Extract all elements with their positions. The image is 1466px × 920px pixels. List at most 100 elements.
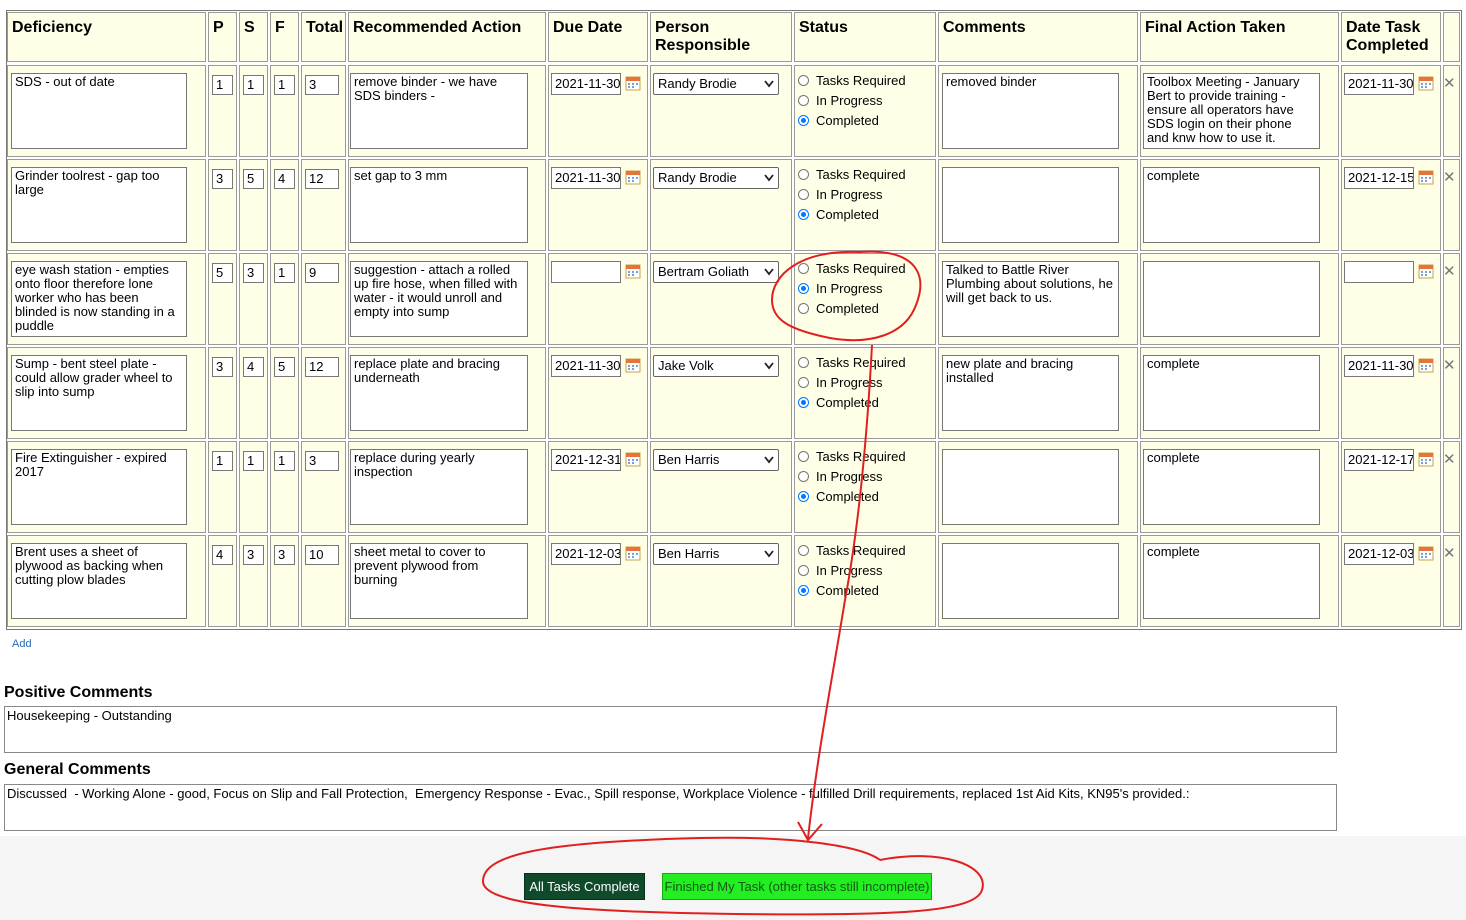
due-date-input[interactable]: 2021-11-30 (551, 167, 621, 189)
date-completed-input[interactable]: 2021-12-03 (1344, 543, 1414, 565)
comments-field[interactable]: removed binder (942, 73, 1119, 149)
radio-button[interactable] (798, 209, 809, 220)
total-input[interactable]: 9 (305, 263, 339, 283)
recommended-action-field[interactable]: suggestion - attach a rolled up fire hos… (350, 261, 528, 337)
status-radio-in-progress[interactable]: In Progress (798, 92, 882, 110)
status-radio-tasks-required[interactable]: Tasks Required (798, 260, 906, 278)
calendar-icon[interactable] (625, 169, 641, 185)
radio-button[interactable] (798, 303, 809, 314)
radio-button[interactable] (798, 565, 809, 576)
recommended-action-field[interactable]: remove binder - we have SDS binders - (350, 73, 528, 149)
s-rating-input[interactable]: 3 (243, 545, 264, 565)
f-rating-input[interactable]: 1 (274, 451, 295, 471)
radio-button[interactable] (798, 491, 809, 502)
date-completed-input[interactable] (1344, 261, 1414, 283)
close-icon[interactable]: ✕ (1443, 76, 1456, 91)
radio-button[interactable] (798, 545, 809, 556)
status-radio-tasks-required[interactable]: Tasks Required (798, 72, 906, 90)
person-responsible-select[interactable]: Randy Brodie (653, 73, 779, 95)
finished-my-task-button[interactable]: Finished My Task (other tasks still inco… (662, 873, 932, 900)
deficiency-field[interactable]: Fire Extinguisher - expired 2017 (11, 449, 187, 525)
radio-button[interactable] (798, 169, 809, 180)
final-action-field[interactable]: complete (1143, 543, 1320, 619)
total-input[interactable]: 12 (305, 169, 339, 189)
status-radio-in-progress[interactable]: In Progress (798, 562, 882, 580)
radio-button[interactable] (798, 451, 809, 462)
final-action-field[interactable]: complete (1143, 355, 1320, 431)
calendar-icon[interactable] (1418, 451, 1434, 467)
p-rating-input[interactable]: 1 (212, 75, 233, 95)
status-radio-completed[interactable]: Completed (798, 300, 879, 318)
total-input[interactable]: 12 (305, 357, 339, 377)
person-responsible-select[interactable]: Ben Harris (653, 449, 779, 471)
status-radio-completed[interactable]: Completed (798, 394, 879, 412)
person-responsible-select[interactable]: Jake Volk (653, 355, 779, 377)
radio-button[interactable] (798, 263, 809, 274)
status-radio-tasks-required[interactable]: Tasks Required (798, 448, 906, 466)
radio-button[interactable] (798, 189, 809, 200)
final-action-field[interactable]: complete (1143, 167, 1320, 243)
status-radio-in-progress[interactable]: In Progress (798, 280, 882, 298)
calendar-icon[interactable] (625, 263, 641, 279)
final-action-field[interactable]: Toolbox Meeting - January Bert to provid… (1143, 73, 1320, 149)
comments-field[interactable] (942, 449, 1119, 525)
p-rating-input[interactable]: 3 (212, 169, 233, 189)
close-icon[interactable]: ✕ (1443, 170, 1456, 185)
comments-field[interactable]: Talked to Battle River Plumbing about so… (942, 261, 1119, 337)
calendar-icon[interactable] (625, 451, 641, 467)
p-rating-input[interactable]: 4 (212, 545, 233, 565)
deficiency-field[interactable]: Brent uses a sheet of plywood as backing… (11, 543, 187, 619)
close-icon[interactable]: ✕ (1443, 358, 1456, 373)
close-icon[interactable]: ✕ (1443, 546, 1456, 561)
s-rating-input[interactable]: 1 (243, 451, 264, 471)
due-date-input[interactable]: 2021-11-30 (551, 73, 621, 95)
general-comments-field[interactable]: Discussed - Working Alone - good, Focus … (4, 784, 1337, 831)
due-date-input[interactable]: 2021-11-30 (551, 355, 621, 377)
date-completed-input[interactable]: 2021-12-15 (1344, 167, 1414, 189)
radio-button[interactable] (798, 585, 809, 596)
radio-button[interactable] (798, 75, 809, 86)
recommended-action-field[interactable]: sheet metal to cover to prevent plywood … (350, 543, 528, 619)
comments-field[interactable] (942, 167, 1119, 243)
deficiency-field[interactable]: Sump - bent steel plate - could allow gr… (11, 355, 187, 431)
status-radio-in-progress[interactable]: In Progress (798, 468, 882, 486)
total-input[interactable]: 3 (305, 75, 339, 95)
person-responsible-select[interactable]: Ben Harris (653, 543, 779, 565)
comments-field[interactable] (942, 543, 1119, 619)
radio-button[interactable] (798, 471, 809, 482)
deficiency-field[interactable]: Grinder toolrest - gap too large (11, 167, 187, 243)
person-responsible-select[interactable]: Bertram Goliath (653, 261, 779, 283)
status-radio-completed[interactable]: Completed (798, 206, 879, 224)
recommended-action-field[interactable]: set gap to 3 mm (350, 167, 528, 243)
person-responsible-select[interactable]: Randy Brodie (653, 167, 779, 189)
status-radio-tasks-required[interactable]: Tasks Required (798, 166, 906, 184)
add-row-link[interactable]: Add (12, 638, 32, 650)
radio-button[interactable] (798, 115, 809, 126)
status-radio-in-progress[interactable]: In Progress (798, 374, 882, 392)
date-completed-input[interactable]: 2021-11-30 (1344, 355, 1414, 377)
f-rating-input[interactable]: 1 (274, 75, 295, 95)
recommended-action-field[interactable]: replace plate and bracing underneath (350, 355, 528, 431)
f-rating-input[interactable]: 1 (274, 263, 295, 283)
status-radio-tasks-required[interactable]: Tasks Required (798, 542, 906, 560)
recommended-action-field[interactable]: replace during yearly inspection (350, 449, 528, 525)
f-rating-input[interactable]: 4 (274, 169, 295, 189)
radio-button[interactable] (798, 95, 809, 106)
due-date-input[interactable]: 2021-12-03 (551, 543, 621, 565)
calendar-icon[interactable] (1418, 75, 1434, 91)
status-radio-completed[interactable]: Completed (798, 488, 879, 506)
total-input[interactable]: 10 (305, 545, 339, 565)
radio-button[interactable] (798, 397, 809, 408)
all-tasks-complete-button[interactable]: All Tasks Complete (524, 873, 645, 900)
due-date-input[interactable]: 2021-12-31 (551, 449, 621, 471)
final-action-field[interactable]: complete (1143, 449, 1320, 525)
deficiency-field[interactable]: eye wash station - empties onto floor th… (11, 261, 187, 337)
date-completed-input[interactable]: 2021-12-17 (1344, 449, 1414, 471)
p-rating-input[interactable]: 3 (212, 357, 233, 377)
calendar-icon[interactable] (625, 75, 641, 91)
final-action-field[interactable] (1143, 261, 1320, 337)
radio-button[interactable] (798, 357, 809, 368)
s-rating-input[interactable]: 4 (243, 357, 264, 377)
close-icon[interactable]: ✕ (1443, 452, 1456, 467)
due-date-input[interactable] (551, 261, 621, 283)
